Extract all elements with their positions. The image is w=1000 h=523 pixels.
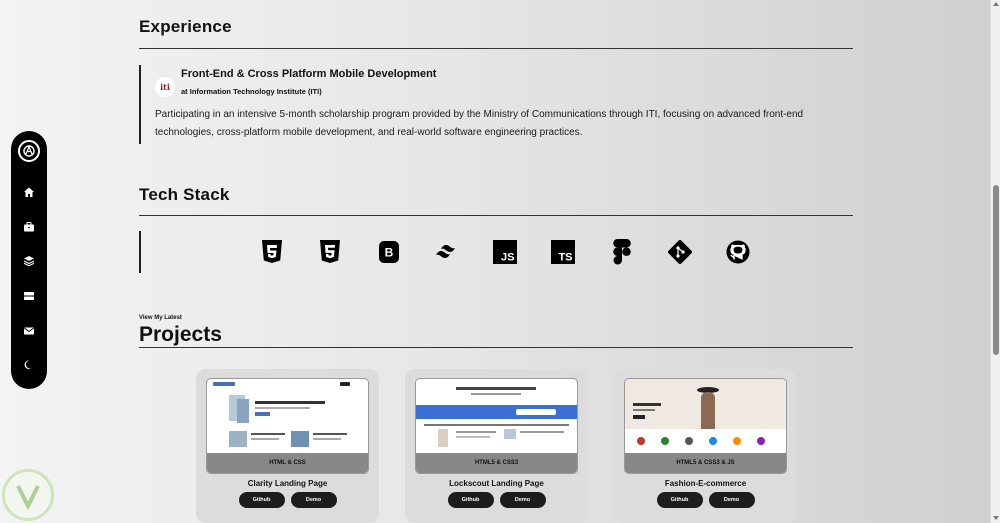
js-label: JS (501, 252, 514, 264)
sidebar-nav (11, 131, 47, 389)
sidebar-item-stack[interactable] (11, 244, 47, 279)
figma-icon (609, 239, 635, 265)
project-name: Clarity Landing Page (247, 479, 328, 488)
tech-stack-title: Tech Stack (139, 185, 230, 204)
demo-button[interactable]: Demo (290, 492, 337, 508)
watermark-logo (2, 469, 54, 521)
tailwind-icon (434, 239, 460, 265)
project-card: HTML5 & CSS3 & JS Fashion-E-commerce Git… (614, 369, 797, 523)
project-card: HTML5 & CSS3 Lockscout Landing Page Gith… (405, 369, 588, 523)
sidebar-item-projects[interactable] (11, 279, 47, 314)
projects-title: Projects (139, 323, 222, 346)
scroll-up-icon[interactable] (993, 2, 999, 6)
javascript-icon: JS (492, 239, 518, 265)
sidebar-item-experience[interactable] (11, 210, 47, 245)
experience-entry: iti Front-End & Cross Platform Mobile De… (139, 65, 853, 144)
git-icon (667, 239, 693, 265)
logo-icon[interactable] (18, 140, 40, 162)
page-scrollbar[interactable] (990, 0, 1000, 523)
projects-eyebrow: View My Latest (139, 315, 182, 321)
iti-logo-text: iti (160, 82, 170, 92)
github-button[interactable]: Github (238, 492, 285, 508)
layers-icon (23, 256, 35, 267)
project-tech: HTML & CSS (269, 460, 306, 466)
project-name: Lockscout Landing Page (449, 479, 544, 488)
tech-stack-row: B JS TS (139, 231, 853, 273)
divider (139, 215, 853, 216)
theme-toggle[interactable] (11, 348, 47, 383)
css3-icon (317, 239, 343, 265)
scroll-down-icon[interactable] (993, 516, 999, 520)
github-icon (725, 239, 751, 265)
project-tech-band: HTML5 & CSS3 (416, 453, 577, 473)
project-tech-band: HTML & CSS (207, 453, 368, 473)
github-button[interactable]: Github (656, 492, 703, 508)
demo-button[interactable]: Demo (499, 492, 546, 508)
sidebar-item-home[interactable] (11, 175, 47, 210)
project-card: HTML & CSS Clarity Landing Page Github D… (196, 369, 379, 523)
iti-logo: iti (155, 77, 175, 97)
html5-icon (259, 239, 285, 265)
project-tech-band: HTML5 & CSS3 & JS (625, 453, 786, 473)
project-screenshot[interactable]: HTML5 & CSS3 (415, 378, 578, 474)
divider (139, 347, 853, 348)
experience-title: Experience (139, 17, 232, 36)
github-button[interactable]: Github (447, 492, 494, 508)
experience-org: at Information Technology Institute (ITI… (181, 87, 322, 96)
project-name: Fashion-E-commerce (664, 479, 747, 488)
project-tech: HTML5 & CSS3 & JS (676, 460, 735, 466)
briefcase-icon (24, 221, 34, 232)
divider (139, 48, 853, 49)
demo-button[interactable]: Demo (708, 492, 755, 508)
project-tech: HTML5 & CSS3 (474, 460, 519, 466)
typescript-icon: TS (550, 239, 576, 265)
moon-icon (24, 360, 32, 370)
project-screenshot[interactable]: HTML & CSS (206, 378, 369, 474)
server-icon (24, 292, 34, 301)
experience-role: Front-End & Cross Platform Mobile Develo… (181, 68, 437, 80)
experience-description: Participating in an intensive 5-month sc… (155, 109, 804, 138)
ts-label: TS (559, 252, 573, 264)
scroll-thumb[interactable] (993, 185, 999, 355)
mail-icon (24, 327, 34, 335)
home-icon (24, 187, 34, 198)
bootstrap-letter: B (384, 246, 393, 260)
bootstrap-icon: B (376, 239, 402, 265)
project-screenshot[interactable]: HTML5 & CSS3 & JS (624, 378, 787, 474)
sidebar-item-contact[interactable] (11, 313, 47, 348)
